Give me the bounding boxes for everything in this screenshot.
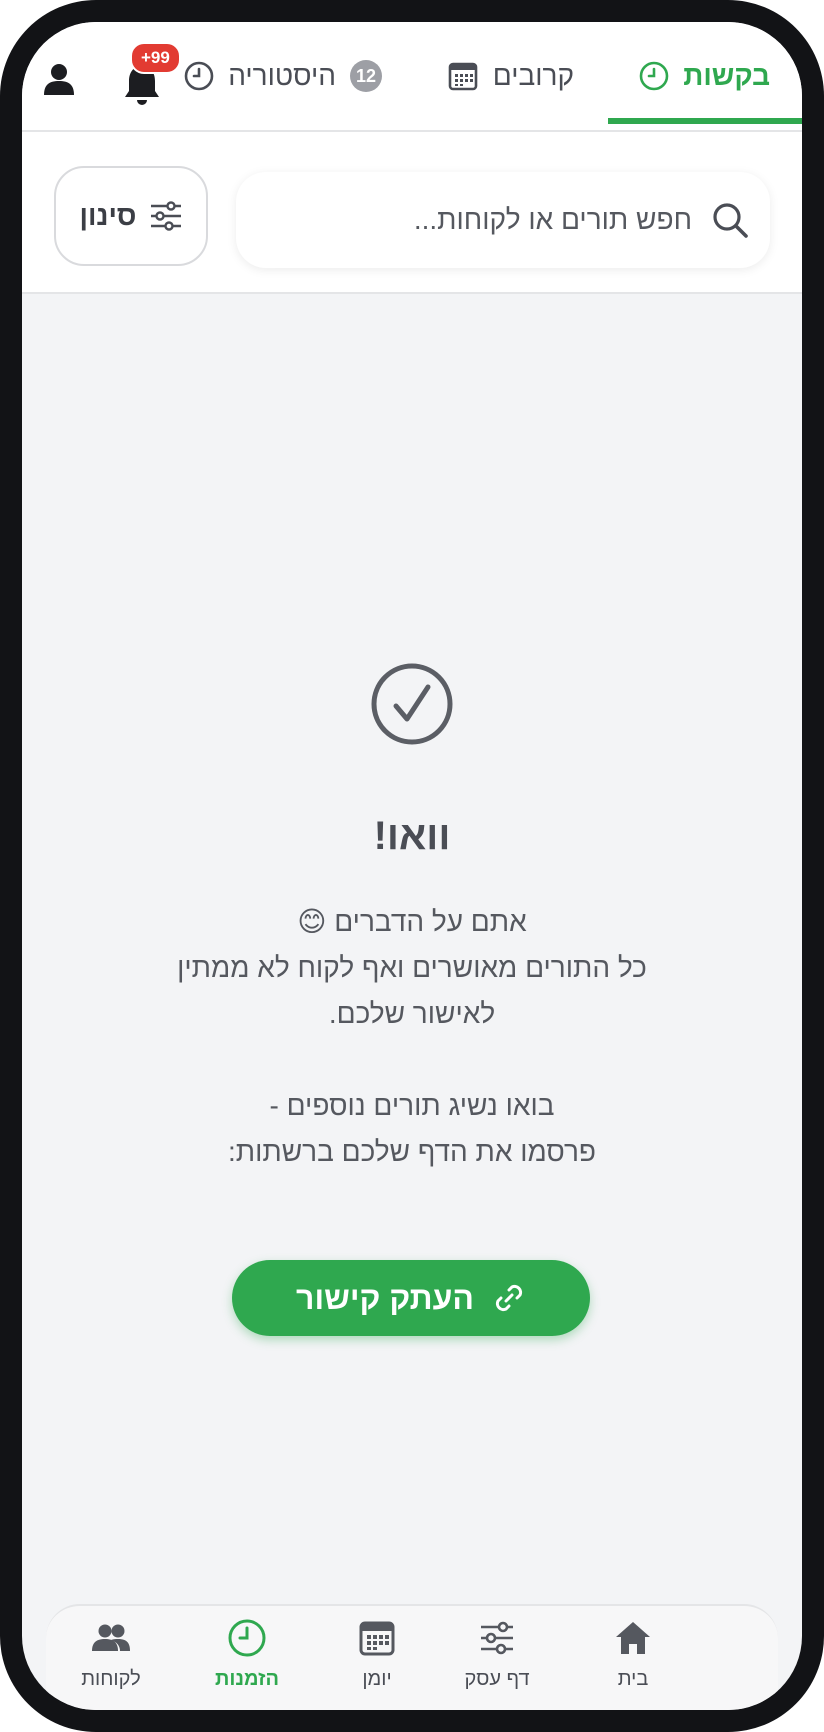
bottom-navigation: בית דף עסק יומן הזמנות לקוחות <box>46 1604 778 1710</box>
active-tab-indicator <box>608 118 802 124</box>
tab-requests-label: בקשות <box>683 60 770 91</box>
tab-upcoming-label: קרובים <box>492 60 574 91</box>
message-line: פרסמו את הדף שלכם ברשתות: <box>227 1136 596 1167</box>
home-icon <box>616 1622 650 1654</box>
sliders-icon <box>150 201 181 231</box>
calendar-icon <box>359 1621 395 1656</box>
search-icon <box>713 203 748 238</box>
nav-item-calendar[interactable]: יומן <box>312 1618 442 1691</box>
top-tab-bar: בקשות קרובים היסטוריה 12 +99 <box>22 22 802 132</box>
user-icon[interactable] <box>42 62 76 96</box>
tab-requests[interactable]: בקשות <box>639 46 770 106</box>
link-icon <box>495 1284 523 1312</box>
tab-upcoming[interactable]: קרובים <box>447 46 574 106</box>
tab-history[interactable]: היסטוריה 12 <box>184 46 382 106</box>
clock-icon <box>639 61 669 91</box>
nav-label: לקוחות <box>81 1668 141 1690</box>
nav-label: הזמנות <box>215 1668 279 1690</box>
clock-icon <box>184 61 214 91</box>
app-screen: בקשות קרובים היסטוריה 12 +99 חפש תורים א… <box>22 22 802 1710</box>
nav-item-business-page[interactable]: דף עסק <box>432 1618 562 1691</box>
check-circle-icon <box>371 663 453 745</box>
message-line: בואו נשיג תורים נוספים - <box>269 1090 555 1121</box>
search-input[interactable] <box>250 203 694 237</box>
copy-link-button[interactable]: העתק קישור <box>232 1260 590 1336</box>
phone-frame: בקשות קרובים היסטוריה 12 +99 חפש תורים א… <box>0 0 824 1732</box>
search-row: סינון <box>22 132 802 294</box>
notifications-badge: +99 <box>130 42 181 74</box>
search-box[interactable] <box>236 172 770 268</box>
empty-state-message: אתם על הדברים 😊 כל התורים מאושרים ואף לק… <box>22 899 802 1175</box>
sliders-icon <box>481 1621 513 1655</box>
message-line: כל התורים מאושרים ואף לקוח לא ממתין <box>177 952 647 983</box>
users-icon <box>92 1624 130 1651</box>
nav-label: דף עסק <box>464 1668 530 1690</box>
nav-item-home[interactable]: בית <box>568 1618 698 1691</box>
message-line: אתם על הדברים 😊 <box>297 906 527 937</box>
nav-item-bookings[interactable]: הזמנות <box>182 1618 312 1691</box>
nav-item-customers[interactable]: לקוחות <box>46 1618 176 1691</box>
empty-state: וואו! אתם על הדברים 😊 כל התורים מאושרים … <box>22 662 802 1175</box>
filter-label: סינון <box>79 200 137 231</box>
filter-button[interactable]: סינון <box>54 166 208 266</box>
nav-label: יומן <box>362 1668 392 1690</box>
empty-state-title: וואו! <box>373 814 451 858</box>
history-count-badge: 12 <box>350 60 382 92</box>
nav-label: בית <box>617 1668 649 1690</box>
message-line: לאישור שלכם. <box>328 998 496 1029</box>
copy-link-label: העתק קישור <box>296 1279 474 1316</box>
tab-history-label: היסטוריה <box>228 60 336 91</box>
clock-icon <box>228 1619 266 1657</box>
calendar-icon <box>448 62 478 91</box>
